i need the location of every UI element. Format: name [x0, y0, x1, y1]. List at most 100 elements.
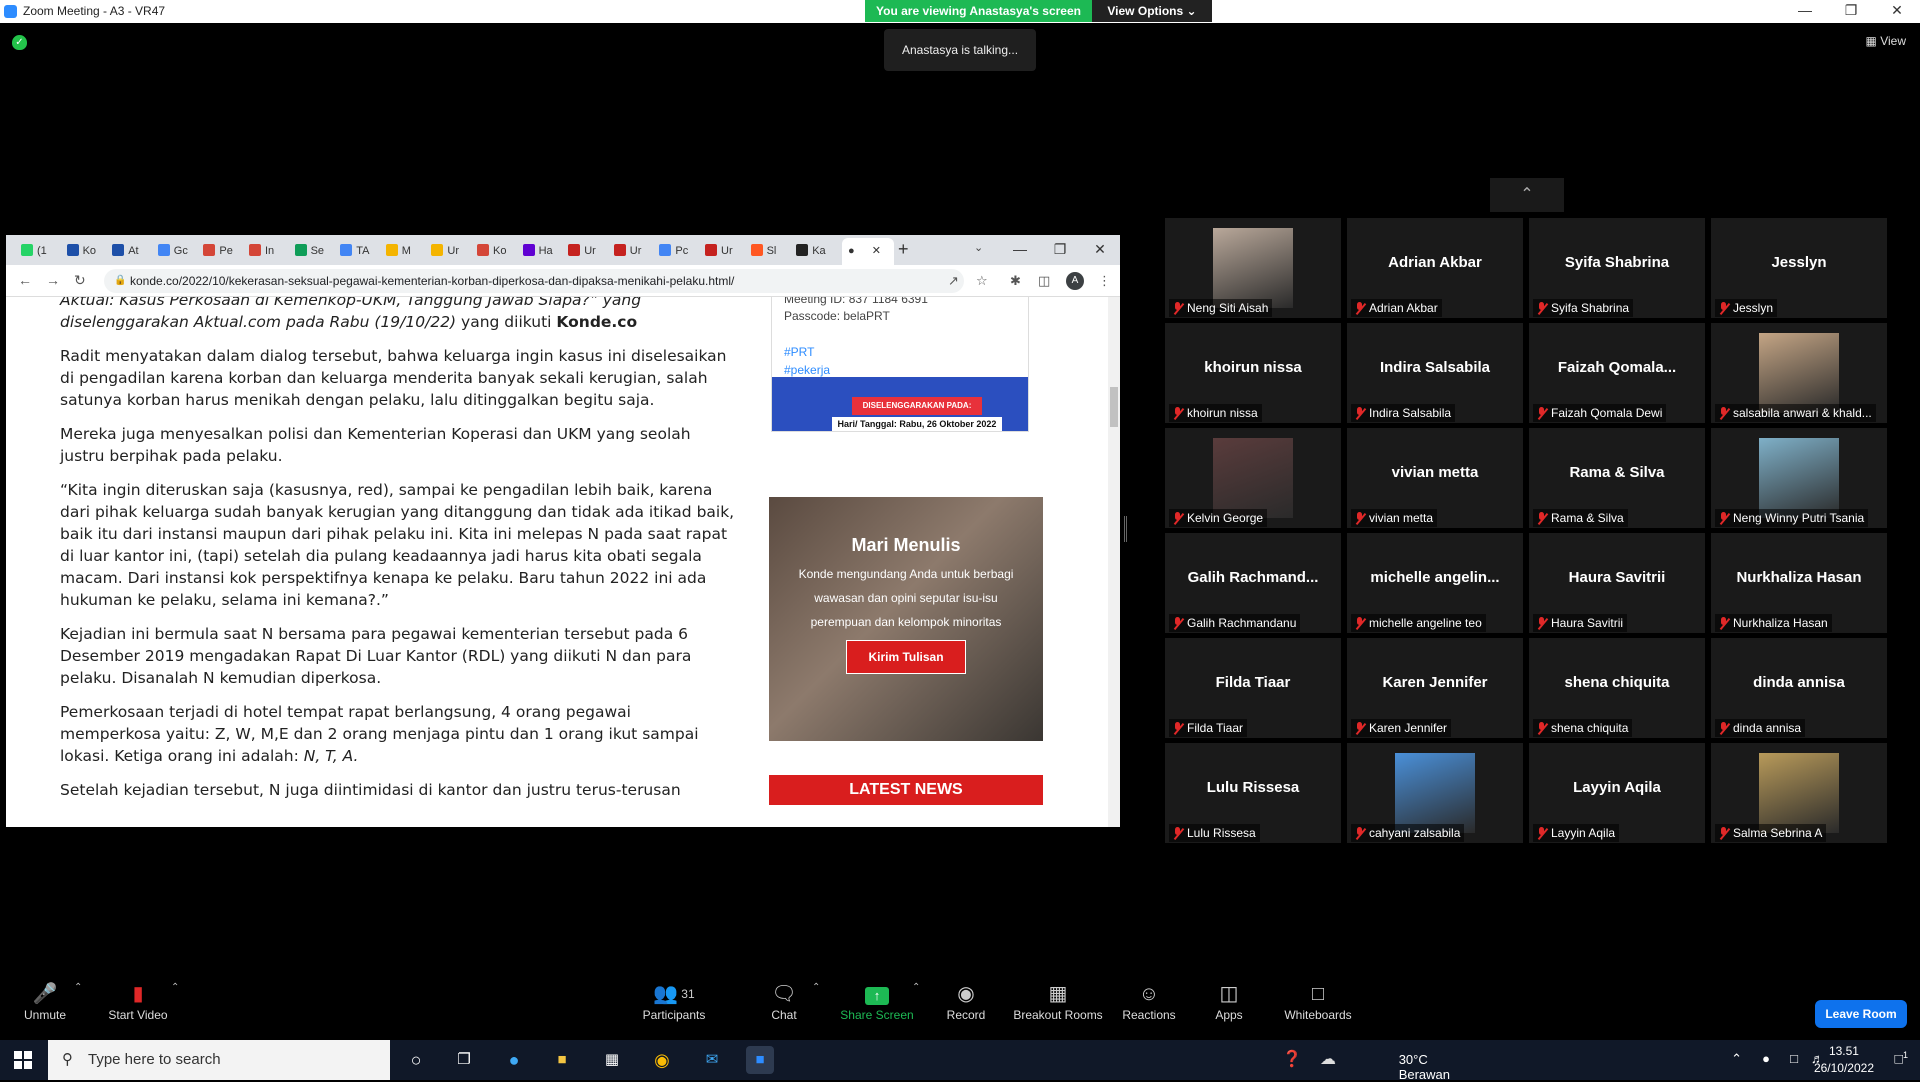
restore-icon[interactable]: ❐ [1828, 0, 1874, 23]
whiteboards-button[interactable]: □ Whiteboards [1273, 982, 1363, 1022]
participant-tile[interactable]: salsabila anwari & khald... [1711, 323, 1887, 423]
split-view-divider-handle[interactable] [1124, 516, 1127, 542]
participant-tile[interactable]: Kelvin George [1165, 428, 1341, 528]
chrome-icon[interactable]: ◉ [648, 1046, 676, 1074]
participant-tile[interactable]: Filda Tiaar Filda Tiaar [1165, 638, 1341, 738]
participant-tile[interactable]: Neng Winny Putri Tsania [1711, 428, 1887, 528]
security-shield-icon[interactable]: ✓ [12, 35, 27, 50]
participant-tile[interactable]: Neng Siti Aisah [1165, 218, 1341, 318]
chat-options-caret-icon[interactable]: ⌃ [812, 982, 820, 993]
browser-tab[interactable]: Pc [654, 240, 694, 262]
scrollbar-thumb[interactable] [1110, 387, 1118, 427]
profile-avatar[interactable]: A [1066, 272, 1084, 290]
browser-tab[interactable]: Ur [426, 240, 466, 262]
participant-tile[interactable]: Layyin Aqila Layyin Aqila [1529, 743, 1705, 843]
browser-tab[interactable]: Pe [198, 240, 238, 262]
browser-minimize-icon[interactable]: — [1000, 235, 1040, 263]
record-button[interactable]: ◉ Record [921, 982, 1011, 1022]
browser-restore-icon[interactable]: ❐ [1040, 235, 1080, 263]
participant-tile[interactable]: cahyani zalsabila [1347, 743, 1523, 843]
participant-tile[interactable]: shena chiquita shena chiquita [1529, 638, 1705, 738]
file-explorer-icon[interactable]: ■ [548, 1046, 576, 1074]
participant-tile[interactable]: vivian metta vivian metta [1347, 428, 1523, 528]
microphone-icon[interactable]: ● [1762, 1051, 1770, 1066]
browser-tab[interactable]: M [381, 240, 421, 262]
back-arrow-icon[interactable]: ← [18, 272, 32, 288]
browser-tab[interactable]: Gc [153, 240, 193, 262]
participant-tile[interactable]: michelle angelin... michelle angeline teo [1347, 533, 1523, 633]
browser-tab[interactable]: In [244, 240, 284, 262]
participant-tile[interactable]: Lulu Rissesa Lulu Rissesa [1165, 743, 1341, 843]
share-screen-button[interactable]: ↑ Share Screen [832, 982, 922, 1022]
zoom-taskbar-icon[interactable]: ■ [746, 1046, 774, 1074]
reload-icon[interactable]: ↻ [74, 272, 86, 289]
windows-start-icon[interactable] [14, 1051, 32, 1069]
browser-tab[interactable]: Ka [791, 240, 831, 262]
share-options-caret-icon[interactable]: ⌃ [912, 982, 920, 993]
participants-button[interactable]: 👥 31 Participants [629, 982, 719, 1022]
participant-tile[interactable]: Syifa Shabrina Syifa Shabrina [1529, 218, 1705, 318]
browser-tab[interactable]: Se [290, 240, 330, 262]
share-icon[interactable]: ↗ [948, 273, 959, 289]
notification-icon[interactable]: □1 [1895, 1050, 1908, 1067]
extensions-icon[interactable]: ✱ [1010, 273, 1021, 289]
apps-button[interactable]: ◫ Apps [1184, 982, 1274, 1022]
leave-room-button[interactable]: Leave Room [1815, 1000, 1907, 1028]
taskbar-search-box[interactable]: ⚲ Type here to search [48, 1040, 390, 1080]
participant-tile[interactable]: Karen Jennifer Karen Jennifer [1347, 638, 1523, 738]
task-view-icon[interactable]: ❐ [450, 1046, 478, 1074]
hashtag-link[interactable]: #PRT [772, 343, 1028, 361]
side-panel-icon[interactable]: ◫ [1038, 273, 1050, 289]
tray-chevron-icon[interactable]: ⌃ [1731, 1051, 1742, 1067]
browser-tab-active[interactable]: ● ✕ [842, 238, 894, 265]
help-icon[interactable]: ❓ [1282, 1049, 1302, 1069]
taskbar-clock[interactable]: 13.51 26/10/2022 [1814, 1043, 1874, 1077]
browser-tab[interactable]: Sl [746, 240, 786, 262]
browser-tab[interactable]: (1 [16, 240, 56, 262]
collapse-gallery-button[interactable]: ⌃ [1490, 178, 1564, 212]
browser-tab[interactable]: TA [335, 240, 375, 262]
view-options-button[interactable]: View Options ⌄ [1092, 0, 1212, 22]
browser-tab[interactable]: At [107, 240, 147, 262]
browser-tab[interactable]: Ko [472, 240, 512, 262]
edge-browser-icon[interactable]: ● [500, 1046, 528, 1074]
breakout-rooms-button[interactable]: ▦ Breakout Rooms [1013, 982, 1103, 1022]
participant-tile[interactable]: Adrian Akbar Adrian Akbar [1347, 218, 1523, 318]
participant-tile[interactable]: Rama & Silva Rama & Silva [1529, 428, 1705, 528]
new-tab-button[interactable]: + [898, 239, 909, 260]
minimize-icon[interactable]: — [1782, 0, 1828, 23]
participant-tile[interactable]: Haura Savitrii Haura Savitrii [1529, 533, 1705, 633]
browser-tab[interactable]: Ur [609, 240, 649, 262]
bookmark-star-icon[interactable]: ☆ [976, 273, 988, 289]
tab-search-icon[interactable]: ⌄ [974, 241, 983, 254]
participant-tile[interactable]: khoirun nissa khoirun nissa [1165, 323, 1341, 423]
browser-tab[interactable]: Ko [62, 240, 102, 262]
address-bar[interactable]: 🔒 konde.co/2022/10/kekerasan-seksual-peg… [104, 269, 964, 293]
start-video-button[interactable]: ▮ Start Video [93, 982, 183, 1022]
browser-tab[interactable]: Ur [700, 240, 740, 262]
browser-close-icon[interactable]: ✕ [1080, 235, 1120, 263]
audio-options-caret-icon[interactable]: ⌃ [74, 982, 82, 993]
browser-tab[interactable]: Ur [563, 240, 603, 262]
kirim-tulisan-button[interactable]: Kirim Tulisan [846, 640, 966, 674]
reactions-button[interactable]: ☺ Reactions [1104, 982, 1194, 1022]
participant-tile[interactable]: Salma Sebrina A [1711, 743, 1887, 843]
view-button[interactable]: ▦ View [1866, 34, 1906, 48]
page-scrollbar[interactable] [1108, 297, 1120, 827]
weather-text[interactable]: 30°C Berawan [1399, 1052, 1450, 1082]
browser-tab[interactable]: Ha [518, 240, 558, 262]
participant-tile[interactable]: Indira Salsabila Indira Salsabila [1347, 323, 1523, 423]
browser-menu-icon[interactable]: ⋮ [1098, 273, 1111, 289]
close-icon[interactable]: ✕ [1874, 0, 1920, 23]
video-options-caret-icon[interactable]: ⌃ [171, 982, 179, 993]
microsoft-store-icon[interactable]: ▦ [598, 1046, 626, 1074]
participant-tile[interactable]: Galih Rachmand... Galih Rachmandanu [1165, 533, 1341, 633]
participant-tile[interactable]: Faizah Qomala... Faizah Qomala Dewi [1529, 323, 1705, 423]
network-icon[interactable]: □ [1790, 1051, 1798, 1066]
participant-tile[interactable]: Jesslyn Jesslyn [1711, 218, 1887, 318]
mail-icon[interactable]: ✉ [698, 1046, 726, 1074]
tab-close-icon[interactable]: ✕ [872, 245, 881, 257]
forward-arrow-icon[interactable]: → [46, 272, 60, 288]
participant-tile[interactable]: dinda annisa dinda annisa [1711, 638, 1887, 738]
participant-tile[interactable]: Nurkhaliza Hasan Nurkhaliza Hasan [1711, 533, 1887, 633]
